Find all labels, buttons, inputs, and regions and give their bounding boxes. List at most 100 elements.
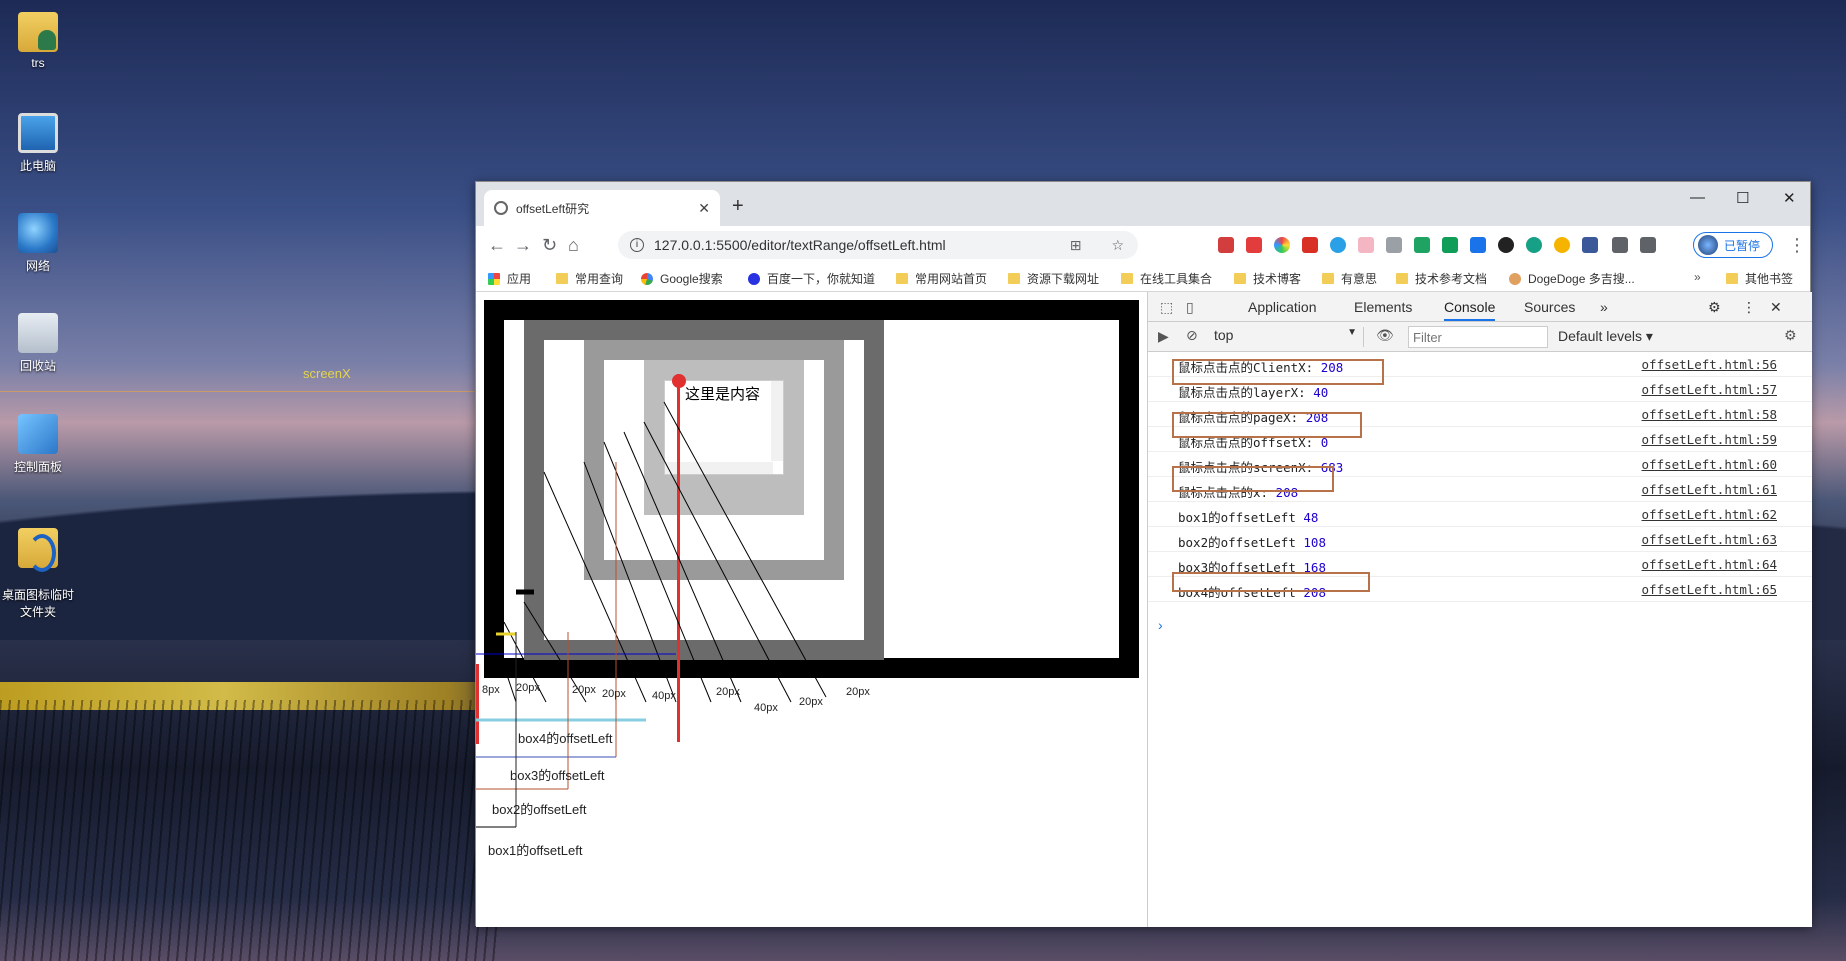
bookmark-label: Google搜索	[660, 272, 723, 286]
log-source-link[interactable]: offsetLeft.html:60	[1642, 457, 1777, 472]
desktop-icon-label: 网络	[25, 259, 50, 273]
console-prompt-icon[interactable]: ›	[1158, 617, 1163, 633]
maximize-button[interactable]: ☐	[1736, 189, 1749, 207]
bookmark-label: 有意思	[1341, 272, 1378, 286]
gap-label: 20px	[846, 686, 870, 698]
site-info-icon[interactable]: i	[630, 238, 644, 252]
log-source-link[interactable]: offsetLeft.html:59	[1642, 432, 1777, 447]
caption-box2: box2的offsetLeft	[492, 802, 587, 817]
bookmark-apps[interactable]: 应用	[488, 270, 531, 287]
levels-dropdown[interactable]: Default levels ▾	[1558, 328, 1653, 345]
bookmark-baidu[interactable]: 百度一下，你就知道	[748, 270, 875, 287]
log-source-link[interactable]: offsetLeft.html:61	[1642, 482, 1777, 497]
menu-dots-icon[interactable]: ⋮	[1788, 235, 1806, 256]
color-extension-icon[interactable]	[1274, 237, 1290, 253]
tab-elements[interactable]: Elements	[1354, 299, 1412, 315]
shield-extension-icon[interactable]	[1526, 237, 1542, 253]
log-source-link[interactable]: offsetLeft.html:65	[1642, 582, 1777, 597]
vue-extension-icon[interactable]	[1386, 237, 1402, 253]
settings-gear-icon[interactable]: ⚙	[1708, 299, 1721, 316]
log-source-link[interactable]: offsetLeft.html:63	[1642, 532, 1777, 547]
flag-extension-icon[interactable]	[1414, 237, 1430, 253]
context-value: top	[1214, 327, 1234, 343]
gap-label: 20px	[716, 686, 740, 698]
bookmarks-overflow-icon[interactable]: »	[1694, 270, 1701, 284]
address-bar[interactable]: i 127.0.0.1:5500/editor/textRange/offset…	[618, 231, 1138, 259]
folder-icon	[18, 528, 58, 572]
computer-icon	[18, 113, 58, 153]
log-source-link[interactable]: offsetLeft.html:62	[1642, 507, 1777, 522]
gap-label: 20px	[602, 688, 626, 700]
minimize-button[interactable]: —	[1690, 189, 1705, 206]
bookmark-folder[interactable]: 技术参考文档	[1396, 270, 1487, 287]
bookmark-folder[interactable]: 在线工具集合	[1121, 270, 1212, 287]
new-extension-icon[interactable]	[1470, 237, 1486, 253]
bookmark-folder[interactable]: 常用查询	[556, 270, 623, 287]
log-text: box2的offsetLeft	[1178, 535, 1304, 550]
more-tabs-icon[interactable]: »	[1600, 299, 1608, 315]
log-source-link[interactable]: offsetLeft.html:57	[1642, 382, 1777, 397]
notify-extension-icon[interactable]	[1246, 237, 1262, 253]
check-extension-icon[interactable]	[1554, 237, 1570, 253]
tab-sources[interactable]: Sources	[1524, 299, 1575, 315]
search-extension-icon[interactable]	[1330, 237, 1346, 253]
tab-application[interactable]: Application	[1248, 299, 1317, 315]
console-filter-input[interactable]	[1408, 326, 1548, 348]
forward-icon[interactable]: →	[514, 235, 532, 256]
gap-label: 40px	[652, 690, 676, 702]
close-tab-icon[interactable]: ✕	[698, 200, 710, 217]
home-icon[interactable]: ⌂	[568, 235, 579, 256]
log-source-link[interactable]: offsetLeft.html:56	[1642, 357, 1777, 372]
desktop-icon-network[interactable]: 网络	[2, 213, 74, 274]
clear-console-icon[interactable]: ⊘	[1186, 327, 1198, 344]
caption-box4: box4的offsetLeft	[518, 731, 613, 746]
chat-extension-icon[interactable]	[1358, 237, 1374, 253]
bookmark-folder[interactable]: 有意思	[1322, 270, 1377, 287]
close-devtools-icon[interactable]: ✕	[1770, 299, 1782, 316]
back-icon[interactable]: ←	[488, 235, 506, 256]
save-extension-icon[interactable]	[1640, 237, 1656, 253]
desktop-icon-this-pc[interactable]: 此电脑	[2, 113, 74, 174]
bookmark-google[interactable]: Google搜索	[641, 270, 723, 287]
close-window-button[interactable]: ✕	[1783, 189, 1796, 207]
tab-console[interactable]: Console	[1444, 299, 1496, 321]
context-selector[interactable]: top ▼	[1214, 327, 1364, 347]
puzzle-extensions-icon[interactable]	[1612, 237, 1628, 253]
log-message: box2的offsetLeft 108	[1178, 532, 1326, 551]
bookmark-folder[interactable]: 资源下载网址	[1008, 270, 1099, 287]
log-source-link[interactable]: offsetLeft.html:58	[1642, 407, 1777, 422]
star-extension-icon[interactable]	[1498, 237, 1514, 253]
profile-button[interactable]: 已暂停	[1693, 232, 1773, 258]
desktop-icon-temp-folder[interactable]: 桌面图标临时 文件夹	[2, 514, 74, 634]
log-message: box1的offsetLeft 48	[1178, 507, 1318, 526]
console-settings-icon[interactable]: ⚙	[1784, 327, 1797, 344]
desktop-icon-recycle-bin[interactable]: 回收站	[2, 313, 74, 374]
sidebar-toggle-icon[interactable]: ▶	[1158, 328, 1169, 345]
highlight-clientx	[1172, 359, 1384, 385]
desktop-icon-trs[interactable]: trs	[2, 12, 74, 70]
new-tab-button[interactable]: +	[732, 195, 744, 218]
devtools-menu-icon[interactable]: ⋮	[1742, 299, 1756, 316]
tab-offsetleft[interactable]: offsetLeft研究 ✕	[484, 190, 720, 226]
bookmark-folder[interactable]: 常用网站首页	[896, 270, 987, 287]
grid-extension-icon[interactable]	[1442, 237, 1458, 253]
translate-icon[interactable]: ⊞	[1070, 237, 1082, 254]
bookmark-other[interactable]: 其他书签	[1726, 270, 1793, 287]
bookmark-star-icon[interactable]: ☆	[1111, 237, 1124, 254]
angular-extension-icon[interactable]	[1218, 237, 1234, 253]
log-text: box1的offsetLeft	[1178, 510, 1304, 525]
window-extension-icon[interactable]	[1582, 237, 1598, 253]
baidu-icon	[748, 272, 760, 285]
inspect-element-icon[interactable]: ⬚	[1160, 299, 1173, 316]
bookmark-dogedoge[interactable]: DogeDoge 多吉搜...	[1509, 270, 1635, 287]
eye-icon[interactable]: 👁	[1376, 327, 1394, 344]
device-toolbar-icon[interactable]: ▯	[1186, 299, 1194, 316]
fe-extension-icon[interactable]	[1302, 237, 1318, 253]
log-source-link[interactable]: offsetLeft.html:64	[1642, 557, 1777, 572]
desktop-icon-label: 控制面板	[13, 460, 62, 474]
log-row: box1的offsetLeft 48 offsetLeft.html:62	[1148, 502, 1812, 527]
reload-icon[interactable]: ↻	[542, 235, 557, 256]
bookmark-folder[interactable]: 技术博客	[1234, 270, 1301, 287]
log-row: box2的offsetLeft 108 offsetLeft.html:63	[1148, 527, 1812, 552]
desktop-icon-control-panel[interactable]: 控制面板	[2, 414, 74, 475]
